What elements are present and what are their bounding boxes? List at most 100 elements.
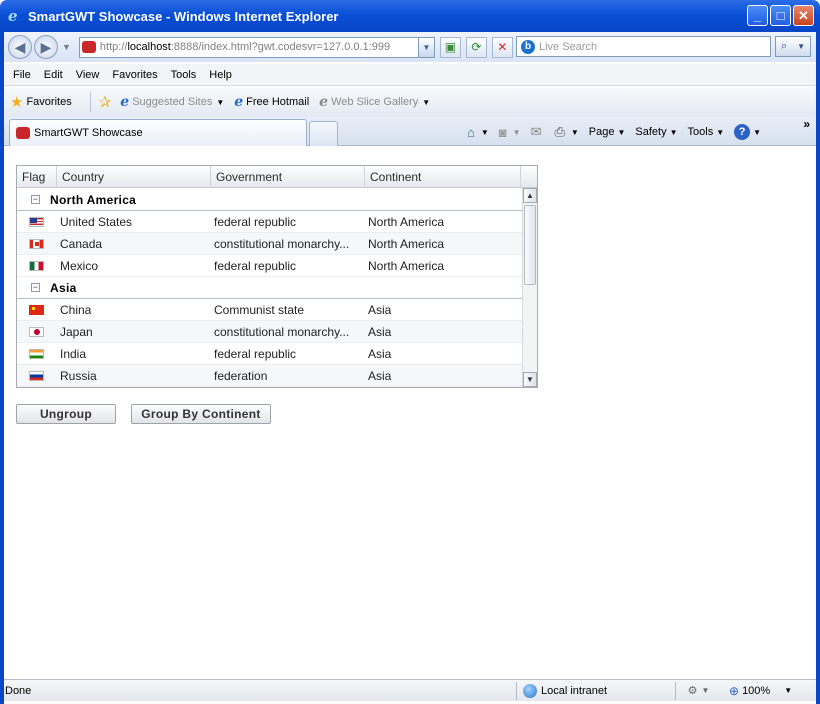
chevron-down-icon: ▼ [701,686,710,695]
table-row[interactable]: Russia federation Asia [17,365,522,387]
safety-menu-button[interactable]: Safety ▼ [635,126,677,138]
table-row[interactable]: Mexico federal republic North America [17,255,522,277]
history-dropdown-icon[interactable]: ▼ [62,42,71,52]
live-search-icon: b [521,39,535,54]
table-row[interactable]: India federal republic Asia [17,343,522,365]
scroll-thumb[interactable] [524,205,536,285]
column-header-country[interactable]: Country [57,166,211,188]
refresh-button[interactable]: ⟳ [465,36,487,58]
url-host: localhost [127,41,171,53]
search-button[interactable]: ⌕ ▼ [775,36,811,57]
home-button[interactable]: ⌂ ▼ [467,125,489,140]
menu-edit[interactable]: Edit [44,69,63,81]
favorites-label: Favorites [26,96,72,108]
column-header-government[interactable]: Government [211,166,365,188]
page-menu-button[interactable]: Page ▼ [589,126,626,138]
close-window-button[interactable]: ✕ [793,5,814,26]
zoom-magnifier-icon: ⊕ [729,683,740,698]
country-cell: United States [60,214,133,229]
zoom-level: 100% [742,684,771,697]
fav-web-slice-gallery[interactable]: e Web Slice Gallery ▼ [319,94,430,110]
chevron-down-icon: ▼ [617,127,626,137]
tools-menu-button[interactable]: Tools ▼ [688,126,725,138]
forward-button[interactable]: ▶ [34,35,58,59]
chevron-down-icon: ▼ [753,127,762,137]
window-controls: _ □ ✕ [747,5,814,26]
tab-label: SmartGWT Showcase [34,127,143,139]
maximize-button[interactable]: □ [770,5,791,26]
group-name: North America [50,192,137,207]
address-dropdown-button[interactable]: ▼ [418,36,435,58]
column-header-flag[interactable]: Flag [17,166,57,188]
toolbar-overflow-chevron-icon[interactable]: » [803,117,810,131]
table-row[interactable]: Canada constitutional monarchy... North … [17,233,522,255]
fav-web-slice-gallery-label: Web Slice Gallery [331,96,419,108]
header-corner [521,166,537,188]
home-icon: ⌂ [467,124,475,140]
scroll-up-button[interactable]: ▲ [523,188,537,203]
zoom-button[interactable]: ⊕ 100% ▼ [721,684,792,698]
search-options-icon[interactable]: ▼ [797,42,805,51]
search-input[interactable]: b Live Search [516,36,771,57]
fav-suggested-sites[interactable]: e Suggested Sites ▼ [120,94,224,110]
menu-file[interactable]: File [13,69,31,81]
flag-cell [17,255,57,277]
group-name: Asia [50,280,77,295]
chevron-down-icon: ▼ [784,686,793,695]
chevron-down-icon: ▼ [422,97,431,107]
print-button[interactable]: ⎙ ▼ [554,124,578,140]
url-prefix: http:// [99,41,128,53]
protected-mode-button[interactable]: ⚙ ▼ [676,684,721,697]
country-cell: Canada [60,236,103,251]
government-cell: Communist state [214,302,305,317]
minimize-button[interactable]: _ [747,5,768,26]
security-zone[interactable]: Local intranet [517,683,675,698]
address-input[interactable]: http://localhost:8888/index.html?gwt.cod… [78,36,419,58]
continent-cell: Asia [368,302,392,317]
add-to-favorites-bar-button[interactable]: ✰ [99,93,115,111]
collapse-icon[interactable]: − [31,195,40,204]
countries-grid: Flag Country Government Continent − Nort… [16,165,538,388]
printer-icon: ⎙ [554,124,565,139]
magnifier-icon: ⌕ [780,40,788,52]
chevron-down-icon: ▼ [216,97,225,107]
grid-vertical-scrollbar[interactable]: ▲ ▼ [522,188,537,387]
compat-view-icon: ▣ [444,40,457,54]
flag-cell [17,365,57,387]
government-cell: federation [214,368,268,383]
menu-help[interactable]: Help [209,69,232,81]
stop-button[interactable]: ✕ [491,36,513,58]
fav-free-hotmail[interactable]: e Free Hotmail [234,94,309,110]
feeds-button[interactable]: ◙ ▼ [499,125,521,140]
help-menu-button[interactable]: ? ▼ [734,124,761,140]
favorites-button[interactable]: ★ Favorites [10,93,72,111]
chevron-down-icon: ▼ [480,127,489,137]
menu-view[interactable]: View [76,69,100,81]
back-button[interactable]: ◀ [8,35,32,59]
mexico-flag-icon [29,260,44,271]
compatibility-view-button[interactable]: ▣ [439,36,461,58]
site-favicon-icon [81,41,96,53]
country-cell: Russia [60,368,97,383]
group-header-north-america[interactable]: − North America [17,189,522,211]
collapse-icon[interactable]: − [31,283,40,292]
tab-smartgwt-showcase[interactable]: SmartGWT Showcase [9,119,307,146]
chevron-down-icon: ▼ [669,127,678,137]
country-cell: India [60,346,87,361]
read-mail-button[interactable]: ✉ [531,124,545,140]
table-row[interactable]: United States federal republic North Ame… [17,211,522,233]
address-toolbar: ◀ ▶ ▼ http://localhost:8888/index.html?g… [4,32,816,62]
group-by-continent-button[interactable]: Group By Continent [131,404,271,424]
china-flag-icon [29,304,44,315]
group-header-asia[interactable]: − Asia [17,277,522,299]
column-header-continent[interactable]: Continent [365,166,521,188]
ungroup-button[interactable]: Ungroup [16,404,116,424]
window-titlebar[interactable]: e SmartGWT Showcase - Windows Internet E… [0,0,820,32]
menu-favorites[interactable]: Favorites [112,69,157,81]
menu-tools[interactable]: Tools [171,69,197,81]
scroll-down-button[interactable]: ▼ [523,372,537,387]
table-row[interactable]: China Communist state Asia [17,299,522,321]
add-favorite-star-icon: ✰ [98,94,112,111]
table-row[interactable]: Japan constitutional monarchy... Asia [17,321,522,343]
new-tab-button[interactable] [309,121,338,146]
